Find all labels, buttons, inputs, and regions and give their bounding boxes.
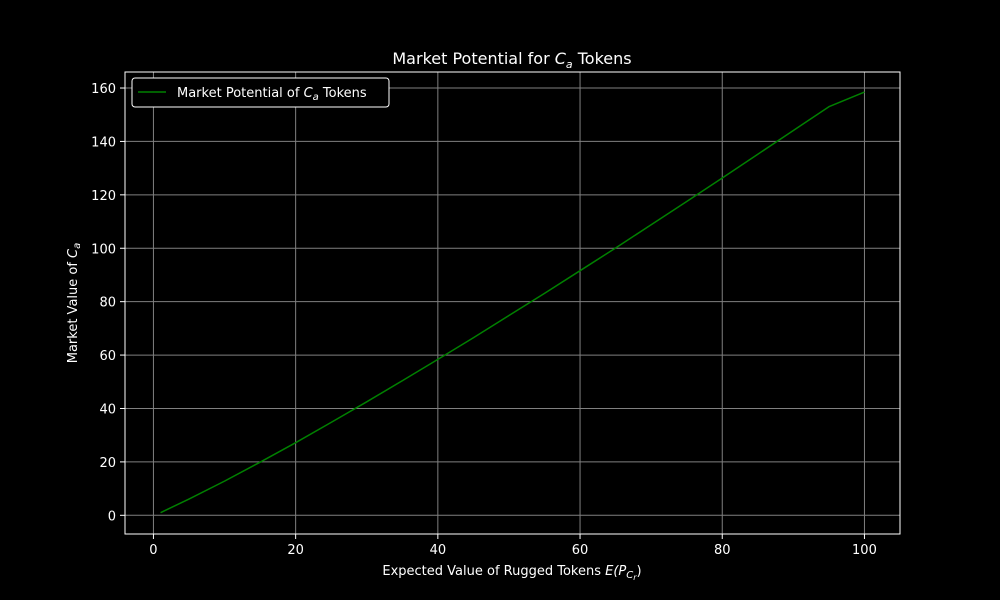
x-tick-label: 0 [149,543,157,558]
chart-title: Market Potential for Ca Tokens [392,49,631,71]
legend: Market Potential of Ca Tokens [131,77,390,108]
x-tick-label: 20 [287,543,304,558]
chart-title-pre: Market Potential for [392,49,554,68]
legend-label-post: Tokens [319,86,367,101]
y-tick-label: 140 [91,135,116,150]
y-axis-ticks: 0 20 40 60 80 100 120 140 160 [91,82,125,524]
series-layer [160,91,865,514]
y-tick-label: 0 [108,509,116,524]
x-axis-label: Expected Value of Rugged Tokens E(PCr) [382,564,641,582]
series-line-1 [160,91,865,514]
legend-label-series-1: Market Potential of Ca Tokens [177,86,367,103]
x-tick-label: 100 [852,543,877,558]
y-tick-label: 160 [91,82,116,97]
legend-label-pre: Market Potential of [177,86,304,101]
y-axis-label: Market Value of Ca [66,243,83,364]
x-axis-label-math: E(P [605,564,626,579]
x-tick-label: 80 [714,543,731,558]
y-tick-label: 60 [99,349,116,364]
x-axis-label-post: ) [637,564,642,579]
line-chart: 0 20 40 60 80 100 0 20 40 60 80 100 120 140 160 Marke… [66,49,901,582]
x-axis-label-pre: Expected Value of Rugged Tokens [382,564,605,579]
y-tick-label: 120 [91,189,116,204]
chart-figure: 0 20 40 60 80 100 0 20 40 60 80 100 120 140 160 Marke… [0,0,1000,600]
y-tick-label: 80 [99,296,116,311]
chart-title-post: Tokens [573,49,632,68]
y-tick-label: 20 [99,456,116,471]
x-tick-label: 60 [572,543,589,558]
y-tick-label: 40 [99,402,116,417]
x-axis-label-sub: C [626,570,633,581]
grid [125,72,900,534]
y-tick-label: 100 [91,242,116,257]
x-tick-label: 40 [430,543,447,558]
y-axis-label-sub: a [72,243,83,249]
x-axis-ticks: 0 20 40 60 80 100 [149,534,877,558]
y-axis-label-pre: Market Value of [66,258,81,363]
